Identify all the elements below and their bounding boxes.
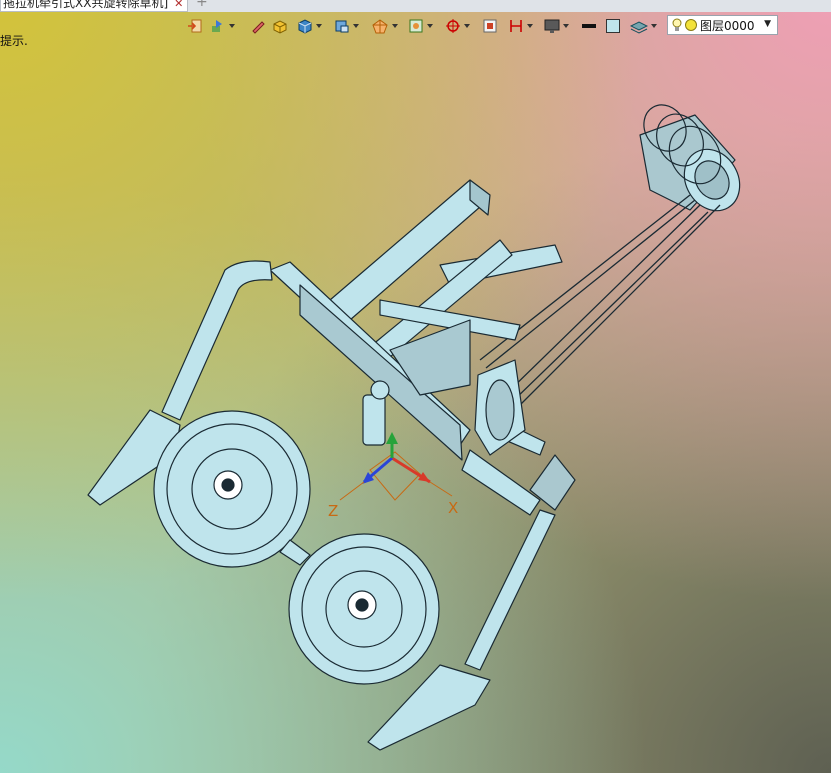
solid-button[interactable] (272, 18, 288, 34)
face-color-icon (606, 19, 620, 33)
import-icon (188, 19, 202, 33)
document-tab-bar: 拖拉机牵引式XX共旋转除草机] ✕ + (0, 0, 831, 12)
snap-button[interactable] (445, 18, 470, 34)
measure-icon (510, 20, 522, 32)
filter-select-button[interactable] (408, 18, 433, 34)
line-color-icon (582, 24, 596, 28)
layer-status-dot[interactable] (685, 19, 697, 31)
new-tab-icon[interactable]: + (196, 0, 208, 10)
document-tab-title: 拖拉机牵引式XX共旋转除草机] (3, 0, 169, 10)
view-box-button[interactable] (334, 18, 359, 34)
view-box-icon (335, 20, 349, 33)
filter-select-icon (409, 19, 423, 33)
display-button[interactable] (544, 18, 569, 34)
chevron-down-icon[interactable]: ▼ (764, 19, 771, 29)
sketch-button[interactable] (250, 18, 266, 34)
face-color-button[interactable] (605, 18, 621, 34)
render-style-button[interactable] (371, 18, 398, 34)
lightbulb-icon[interactable] (672, 18, 682, 32)
plane-icon (483, 19, 497, 33)
hint-text: 提示. (0, 34, 28, 48)
layer-stack-icon (630, 21, 648, 34)
layer-selector[interactable]: 图层0000 ▼ (667, 15, 778, 35)
document-tab[interactable]: 拖拉机牵引式XX共旋转除草机] ✕ (0, 0, 189, 12)
cube-icon (298, 19, 312, 34)
drawing-canvas[interactable]: X Z (0, 0, 831, 773)
display-icon (544, 19, 560, 33)
scene-tools-icon (212, 20, 222, 32)
measure-button[interactable] (508, 18, 533, 34)
close-tab-icon[interactable]: ✕ (174, 0, 183, 10)
cutting-disc-right[interactable] (288, 533, 440, 685)
3d-viewport[interactable]: X Z (0, 0, 831, 773)
layer-stack-button[interactable] (630, 18, 657, 34)
coordinate-triad: X Z (328, 432, 458, 520)
line-color-button[interactable] (581, 18, 597, 34)
gearbox[interactable] (362, 380, 390, 446)
import-button[interactable] (187, 18, 203, 34)
scene-tools-button[interactable] (210, 18, 235, 34)
plane-button[interactable] (482, 18, 498, 34)
cube-view-button[interactable] (297, 18, 322, 34)
snap-target-icon (446, 19, 460, 33)
render-style-icon (372, 19, 388, 34)
z-axis-label: Z (328, 502, 338, 520)
pen-icon (252, 21, 265, 34)
x-axis-label: X (448, 499, 458, 517)
solid-box-icon (273, 20, 287, 34)
y-axis-arrow (386, 432, 398, 444)
layer-name: 图层0000 (700, 18, 755, 33)
